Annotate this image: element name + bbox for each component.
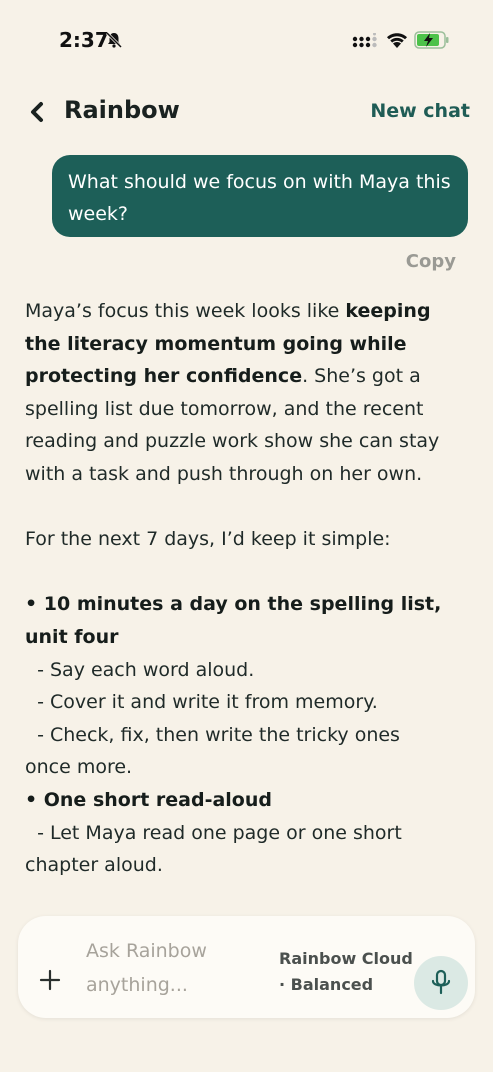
list-item: - Say each word aloud.: [25, 658, 255, 681]
answer-paragraph-2: For the next 7 days, I’d keep it simple:: [25, 528, 391, 551]
back-chevron-icon[interactable]: [26, 98, 48, 126]
cell-signal-icon: [352, 33, 377, 48]
bullet-title-read-aloud: • One short read-aloud: [25, 788, 272, 811]
list-item: - Cover it and write it from memory.: [25, 691, 378, 714]
user-message-text: What should we focus on with Maya this w…: [68, 171, 451, 225]
wifi-icon: [387, 33, 407, 48]
chat-header: Rainbow New chat: [0, 90, 493, 134]
microphone-icon: [431, 969, 451, 995]
page-title: Rainbow: [64, 96, 180, 124]
message-input[interactable]: Ask Rainbow anything...: [86, 934, 256, 1002]
model-selector[interactable]: Rainbow Cloud · Balanced: [279, 946, 413, 998]
plus-icon[interactable]: [38, 968, 62, 992]
message-composer: Ask Rainbow anything... Rainbow Cloud · …: [18, 916, 475, 1018]
battery-charging-icon: [414, 31, 449, 49]
mic-button[interactable]: [414, 956, 468, 1010]
status-time: 2:37: [59, 28, 109, 52]
user-message-bubble: What should we focus on with Maya this w…: [52, 155, 468, 237]
bullet-title-spelling: • 10 minutes a day on the spelling list,…: [25, 593, 442, 648]
model-mode: · Balanced: [279, 975, 374, 994]
bell-muted-icon: [105, 31, 123, 49]
answer-paragraph-1: Maya’s focus this week looks like keepin…: [25, 300, 440, 485]
status-bar: 2:37: [0, 0, 493, 80]
assistant-message: Maya’s focus this week looks like keepin…: [25, 295, 445, 901]
list-item: - Let Maya read one page or one short ch…: [25, 821, 408, 877]
new-chat-button[interactable]: New chat: [370, 100, 470, 122]
copy-button[interactable]: Copy: [406, 251, 456, 272]
model-name: Rainbow Cloud: [279, 949, 413, 968]
list-item: - Check, fix, then write the tricky ones…: [25, 723, 406, 779]
